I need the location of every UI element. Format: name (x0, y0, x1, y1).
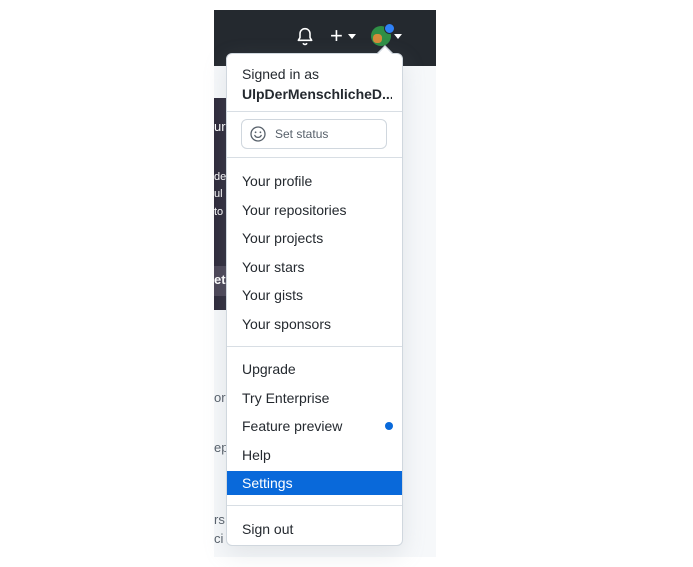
menu-item-your-sponsors[interactable]: Your sponsors (227, 312, 402, 336)
set-status-button[interactable]: Set status (241, 119, 387, 149)
menu-item-feature-preview-label: Feature preview (242, 418, 343, 434)
menu-item-your-stars[interactable]: Your stars (227, 255, 402, 279)
plus-icon[interactable]: + (330, 25, 343, 47)
menu-item-feature-preview[interactable]: Feature preview (227, 414, 402, 438)
background-text: et (214, 272, 226, 287)
background-text: or (214, 390, 226, 405)
background-text: de (214, 171, 227, 183)
smiley-icon (250, 126, 266, 142)
background-text: ul (214, 188, 223, 200)
menu-item-your-profile[interactable]: Your profile (227, 169, 402, 193)
divider (227, 111, 402, 112)
background-text: rs (214, 512, 225, 527)
menu-item-your-projects[interactable]: Your projects (227, 226, 402, 250)
divider (227, 346, 402, 347)
menu-item-help[interactable]: Help (227, 443, 402, 467)
menu-item-your-gists[interactable]: Your gists (227, 283, 402, 307)
menu-item-your-repositories[interactable]: Your repositories (227, 198, 402, 222)
set-status-label: Set status (275, 127, 329, 141)
username-label: UlpDerMenschlicheD... (242, 86, 392, 102)
signed-in-label: Signed in as (242, 66, 320, 82)
status-dot-icon (384, 23, 395, 34)
background-text: ci (214, 531, 224, 546)
menu-item-try-enterprise[interactable]: Try Enterprise (227, 386, 402, 410)
divider (227, 157, 402, 158)
sign-out-button[interactable]: Sign out (227, 517, 402, 541)
new-indicator-dot-icon (385, 422, 393, 430)
menu-item-settings[interactable]: Settings (227, 471, 402, 495)
bell-icon[interactable] (296, 27, 314, 47)
chevron-down-icon[interactable] (348, 34, 356, 39)
menu-item-upgrade[interactable]: Upgrade (227, 357, 402, 381)
background-text: to (214, 206, 224, 218)
background-text: ur (214, 119, 226, 134)
user-dropdown-menu: Signed in as UlpDerMenschlicheD... Set s… (226, 45, 403, 546)
divider (227, 505, 402, 506)
chevron-down-icon[interactable] (394, 34, 402, 39)
